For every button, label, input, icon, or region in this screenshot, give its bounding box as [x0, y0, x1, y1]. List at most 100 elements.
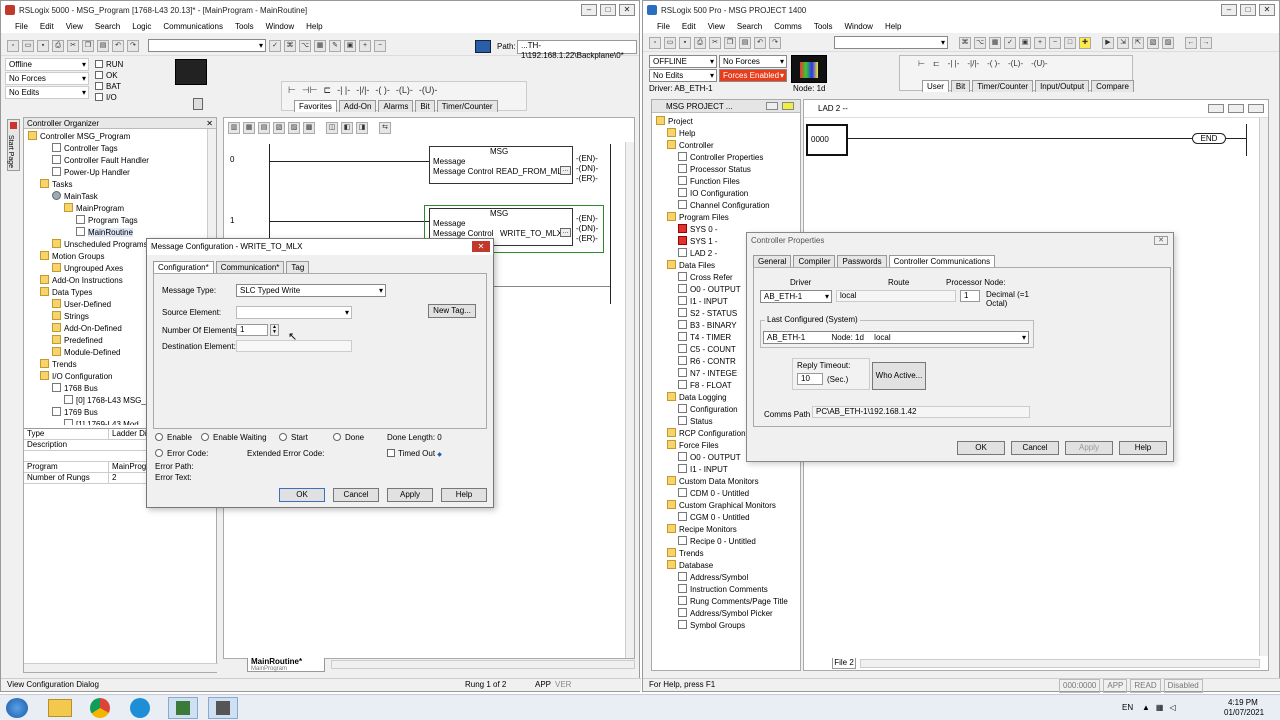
source-element-select[interactable]: [236, 306, 352, 319]
r-back-icon[interactable]: ←: [1185, 36, 1197, 49]
r-tool-g-icon[interactable]: ✚: [1079, 36, 1091, 49]
r-branch-icon[interactable]: ⊢: [918, 59, 925, 68]
r-forward-icon[interactable]: →: [1200, 36, 1212, 49]
instruction-tab[interactable]: Timer/Counter: [436, 100, 498, 112]
project-tree-item[interactable]: Instruction Comments: [656, 584, 792, 596]
r-tool-a-icon[interactable]: ⌘: [959, 36, 971, 49]
instruction-tab[interactable]: Alarms: [378, 100, 414, 112]
project-tree-item[interactable]: Recipe 0 - Untitled: [656, 536, 792, 548]
project-tree-item[interactable]: IO Configuration: [656, 188, 792, 200]
taskbar-rslogix5000-icon[interactable]: [168, 697, 198, 719]
r-tool-i-icon[interactable]: ⇱: [1132, 36, 1144, 49]
project-window-minimize-button[interactable]: [766, 102, 778, 110]
rung-1-config-button[interactable]: …: [560, 228, 571, 237]
tray-network-icon[interactable]: ▦: [1156, 703, 1164, 712]
edits-combo[interactable]: No Edits: [5, 86, 89, 99]
r-instruction-tab[interactable]: Input/Output: [1035, 80, 1090, 92]
project-tree-item[interactable]: Processor Status: [656, 164, 792, 176]
r-instruction-tab[interactable]: Timer/Counter: [972, 80, 1034, 92]
ctrl-apply-button[interactable]: Apply: [1065, 441, 1113, 455]
left-menu-item[interactable]: View: [66, 22, 83, 31]
xio-icon[interactable]: -|/|-: [356, 85, 369, 96]
ctrl-ok-button[interactable]: OK: [957, 441, 1005, 455]
number-of-elements-input[interactable]: 1: [236, 324, 268, 336]
msg-cancel-button[interactable]: Cancel: [333, 488, 379, 502]
ladder-tool-10-icon[interactable]: ⇆: [379, 122, 391, 134]
lad2-maximize-button[interactable]: [1228, 104, 1244, 113]
project-tree-item[interactable]: Controller: [656, 140, 792, 152]
ladder-tool-2-icon[interactable]: ▦: [243, 122, 255, 134]
routine-tab[interactable]: MainRoutine* MainProgram: [247, 658, 325, 672]
r-otu-icon[interactable]: -(U)-: [1031, 59, 1047, 68]
ladder-tool-3-icon[interactable]: ▤: [258, 122, 270, 134]
ctrl-dialog-tab[interactable]: Controller Communications: [888, 255, 996, 267]
branch-icon[interactable]: ⊢: [288, 85, 296, 96]
left-menu-item[interactable]: Edit: [40, 22, 54, 31]
last-configured-select[interactable]: AB_ETH-1 Node: 1d local: [763, 331, 1029, 344]
right-menu-item[interactable]: Search: [737, 22, 762, 31]
ladder-vscroll[interactable]: [625, 142, 634, 658]
left-menu-item[interactable]: File: [15, 22, 28, 31]
start-button[interactable]: [6, 698, 28, 718]
route-field[interactable]: local: [836, 290, 956, 302]
right-close-button[interactable]: ✕: [1259, 4, 1275, 16]
organizer-tree-item[interactable]: Controller MSG_Program: [28, 131, 208, 143]
project-tree-item[interactable]: Program Files: [656, 212, 792, 224]
r-search-combo[interactable]: [834, 36, 948, 49]
tray-volume-icon[interactable]: ◁: [1169, 703, 1175, 712]
right-minimize-button[interactable]: –: [1221, 4, 1237, 16]
path-field[interactable]: ...TH-1\192.168.1.22\Backplane\0*: [517, 40, 637, 60]
project-tree-item[interactable]: CGM 0 - Untitled: [656, 512, 792, 524]
r-instruction-tab[interactable]: User: [922, 80, 949, 92]
elements-spinner[interactable]: ▲ ▼: [270, 324, 279, 336]
msg-apply-button[interactable]: Apply: [387, 488, 433, 502]
project-tree-item[interactable]: Function Files: [656, 176, 792, 188]
taskbar-language[interactable]: EN: [1122, 703, 1133, 712]
project-tree-item[interactable]: Recipe Monitors: [656, 524, 792, 536]
rung-0-config-button[interactable]: …: [560, 166, 571, 175]
r-save-icon[interactable]: ▪: [679, 36, 691, 49]
lad2-rung-box[interactable]: 0000: [806, 124, 848, 156]
r-otl-icon[interactable]: -(L)-: [1008, 59, 1023, 68]
msg-help-button[interactable]: Help: [441, 488, 487, 502]
r-xic-icon[interactable]: -| |-: [948, 59, 960, 68]
forces-combo[interactable]: No Forces: [5, 72, 89, 85]
r-tool-b-icon[interactable]: ⌥: [974, 36, 986, 49]
msg-ok-button[interactable]: OK: [279, 488, 325, 502]
lad2-vscroll[interactable]: [1259, 118, 1268, 656]
copy-icon[interactable]: ❐: [82, 39, 94, 52]
organizer-tree-item[interactable]: Program Tags: [28, 215, 208, 227]
who-active-button[interactable]: Who Active...: [872, 362, 926, 390]
props-icon[interactable]: ▦: [314, 39, 326, 52]
otu-icon[interactable]: -(U)-: [419, 85, 438, 96]
r-instruction-tab[interactable]: Compare: [1091, 80, 1134, 92]
ctrl-dialog-tab[interactable]: Compiler: [793, 255, 836, 267]
edit-icon[interactable]: ✎: [329, 39, 341, 52]
otl-icon[interactable]: -(L)-: [396, 85, 413, 96]
right-menu-item[interactable]: Tools: [814, 22, 833, 31]
taskbar-rslogix500-icon[interactable]: [208, 697, 238, 719]
r-cut-icon[interactable]: ✂: [709, 36, 721, 49]
r-tool-f-icon[interactable]: □: [1064, 36, 1076, 49]
instruction-tab[interactable]: Add-On: [338, 100, 377, 112]
organizer-tree-item[interactable]: Controller Tags: [28, 143, 208, 155]
project-tree-item[interactable]: I1 - INPUT: [656, 464, 792, 476]
ctrl-dialog-tab[interactable]: Passwords: [837, 255, 887, 267]
close-button[interactable]: ✕: [619, 4, 635, 16]
msg-dialog-close-icon[interactable]: ✕: [472, 241, 490, 252]
zoom-in-icon[interactable]: +: [359, 39, 371, 52]
organizer-tree-item[interactable]: MainTask: [28, 191, 208, 203]
right-menu-item[interactable]: Help: [885, 22, 901, 31]
right-maximize-button[interactable]: □: [1240, 4, 1256, 16]
ctrl-dialog-tab[interactable]: General: [753, 255, 792, 267]
processor-node-input[interactable]: 1: [960, 290, 980, 302]
branch-end-icon[interactable]: ⊏: [324, 85, 332, 96]
project-tree-item[interactable]: Controller Properties: [656, 152, 792, 164]
organizer-tree-item[interactable]: Controller Fault Handler: [28, 155, 208, 167]
msg-dialog-tab[interactable]: Tag: [286, 261, 310, 273]
lad2-minimize-button[interactable]: [1208, 104, 1224, 113]
r-open-icon[interactable]: ▭: [664, 36, 676, 49]
r-copy-icon[interactable]: ❐: [724, 36, 736, 49]
search-combo[interactable]: [148, 39, 266, 52]
xic-icon[interactable]: -| |-: [337, 85, 350, 96]
